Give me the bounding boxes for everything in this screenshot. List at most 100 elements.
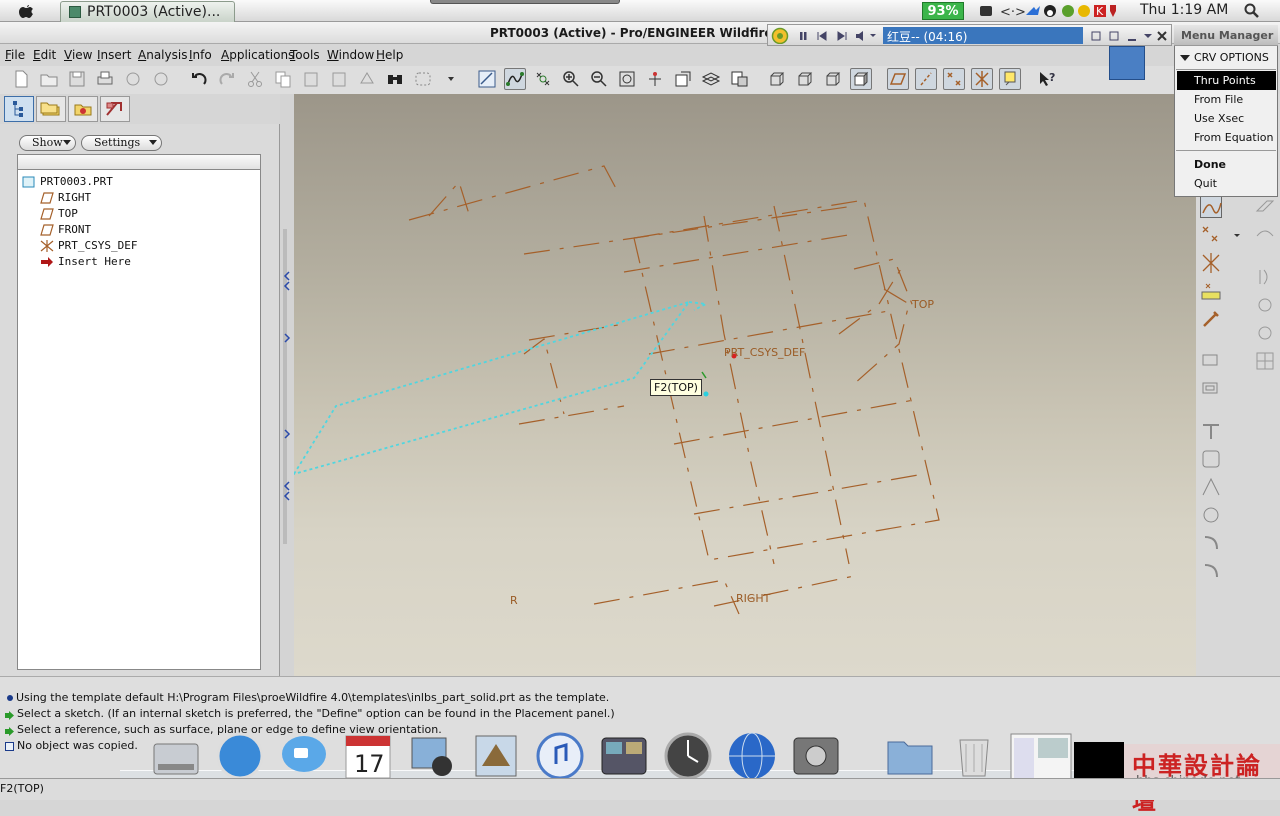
datum-curve-tool-icon[interactable] — [1200, 196, 1222, 218]
datum-point-icon[interactable] — [532, 68, 554, 90]
paste-special-icon[interactable] — [328, 68, 350, 90]
undo-icon[interactable] — [188, 68, 210, 90]
dock-itunes-icon[interactable] — [534, 730, 586, 782]
send-mail-icon[interactable] — [122, 68, 144, 90]
datum-points-display-icon[interactable] — [943, 68, 965, 90]
player-window-controls[interactable] — [1090, 28, 1170, 44]
dock-ichat-icon[interactable] — [278, 730, 330, 782]
hidden-line-icon[interactable] — [794, 68, 816, 90]
send-link-icon[interactable] — [150, 68, 172, 90]
rib-tool-icon[interactable] — [1200, 420, 1222, 442]
menu-manager-header[interactable]: Menu Manager — [1174, 25, 1278, 46]
datum-axes-display-icon[interactable] — [915, 68, 937, 90]
player-song-title[interactable]: 红豆-- (04:16) — [883, 27, 1083, 44]
tab-favorites[interactable] — [68, 96, 98, 122]
sweep-tool-icon[interactable] — [1254, 196, 1276, 218]
no-hidden-icon[interactable] — [822, 68, 844, 90]
battery-indicator[interactable]: 93% — [922, 2, 964, 20]
csys-display-icon[interactable] — [971, 68, 993, 90]
select-dropdown-icon[interactable] — [440, 68, 462, 90]
zoom-in-icon[interactable] — [560, 68, 582, 90]
dock-safari-icon[interactable] — [214, 730, 266, 782]
menubar-clock[interactable]: Thu 1:19 AM — [1140, 2, 1228, 18]
graphics-window[interactable]: TOP RIGHT PRT_CSYS_DEF R — [294, 94, 1196, 676]
dock-hard-drive-icon[interactable] — [150, 730, 202, 782]
context-help-icon[interactable]: ? — [1036, 68, 1058, 90]
menu-file[interactable]: File — [5, 48, 25, 62]
variable-sweep-icon[interactable] — [1254, 322, 1276, 344]
open-file-icon[interactable] — [38, 68, 60, 90]
menu-help[interactable]: Help — [376, 48, 403, 62]
menu-item-from-equation[interactable]: From Equation — [1174, 128, 1278, 147]
datum-planes-display-icon[interactable] — [887, 68, 909, 90]
player-controls[interactable] — [798, 28, 878, 44]
chain-icon[interactable] — [1200, 308, 1222, 330]
menu-insert[interactable]: Insert — [97, 48, 131, 62]
tab-model-tree[interactable] — [4, 96, 34, 122]
secondary-window-tab[interactable] — [430, 0, 620, 4]
print-icon[interactable] — [94, 68, 116, 90]
mirror-tool-icon[interactable] — [1200, 560, 1222, 582]
active-window-tab[interactable]: PRT0003 (Active)... — [60, 1, 235, 22]
hole-tool-icon[interactable] — [1200, 350, 1222, 372]
round-tool-icon[interactable] — [1200, 476, 1222, 498]
settings-dropdown-button[interactable]: Settings — [81, 135, 162, 151]
shell-tool-icon[interactable] — [1200, 378, 1222, 400]
blend-tool-icon[interactable] — [1254, 224, 1276, 246]
spotlight-icon[interactable] — [1244, 3, 1260, 19]
menu-item-use-xsec[interactable]: Use Xsec — [1174, 109, 1278, 128]
paste-icon[interactable] — [300, 68, 322, 90]
annotation-display-icon[interactable] — [999, 68, 1021, 90]
dock-dashboard-icon[interactable] — [598, 730, 650, 782]
dock-globe-icon[interactable] — [726, 730, 778, 782]
menu-edit[interactable]: Edit — [33, 48, 56, 62]
wireframe-icon[interactable] — [766, 68, 788, 90]
menu-tools[interactable]: Tools — [290, 48, 320, 62]
save-icon[interactable] — [66, 68, 88, 90]
grid-tool-icon[interactable] — [1254, 350, 1276, 372]
menu-applications[interactable]: Applications — [221, 48, 294, 62]
redo-icon[interactable] — [216, 68, 238, 90]
menu-item-thru-points[interactable]: Thru Points — [1177, 71, 1276, 90]
analysis-feature-icon[interactable] — [1200, 280, 1222, 302]
dock-system-preferences-icon[interactable] — [790, 730, 842, 782]
reorient-icon[interactable] — [644, 68, 666, 90]
dock-iphoto-icon[interactable] — [406, 730, 458, 782]
datum-csys-tool-icon[interactable] — [1200, 252, 1222, 274]
copy-icon[interactable] — [272, 68, 294, 90]
layers-icon[interactable] — [700, 68, 722, 90]
view-manager-icon[interactable] — [728, 68, 750, 90]
pattern-tool-icon[interactable] — [1200, 532, 1222, 554]
menu-item-quit[interactable]: Quit — [1174, 174, 1278, 193]
crv-options-section[interactable]: CRV OPTIONS — [1174, 48, 1278, 67]
find-icon[interactable] — [384, 68, 406, 90]
dock-trash-icon[interactable] — [948, 730, 1000, 782]
menu-window[interactable]: Window — [327, 48, 374, 62]
select-box-icon[interactable] — [412, 68, 434, 90]
tab-connections[interactable] — [100, 96, 130, 122]
cut-icon[interactable] — [244, 68, 266, 90]
datum-curve-icon[interactable] — [504, 68, 526, 90]
revolve-tool-icon[interactable] — [1254, 294, 1276, 316]
draft-tool-icon[interactable] — [1200, 448, 1222, 470]
menu-view[interactable]: View — [64, 48, 92, 62]
extrude-tool-icon[interactable] — [1254, 266, 1276, 288]
zoom-out-icon[interactable] — [588, 68, 610, 90]
chamfer-tool-icon[interactable] — [1200, 504, 1222, 526]
dock-clock-icon[interactable] — [662, 730, 714, 782]
shading-icon[interactable] — [850, 68, 872, 90]
menu-item-done[interactable]: Done — [1174, 155, 1278, 174]
show-dropdown-button[interactable]: Show — [19, 135, 76, 151]
dock-black-thumbnail[interactable] — [1074, 742, 1124, 782]
floating-app-icon[interactable] — [1109, 46, 1145, 80]
new-file-icon[interactable] — [10, 68, 32, 90]
dock-ical-icon[interactable]: 17 — [342, 730, 394, 782]
dock-documents-folder-icon[interactable] — [884, 730, 936, 782]
tab-folder-browser[interactable] — [36, 96, 66, 122]
refit-icon[interactable] — [616, 68, 638, 90]
sketch-icon[interactable] — [476, 68, 498, 90]
panel-sash[interactable] — [280, 94, 294, 676]
dock-mail-icon[interactable] — [470, 730, 522, 782]
apple-menu-icon[interactable] — [18, 2, 34, 19]
player-logo-icon[interactable] — [771, 27, 789, 45]
